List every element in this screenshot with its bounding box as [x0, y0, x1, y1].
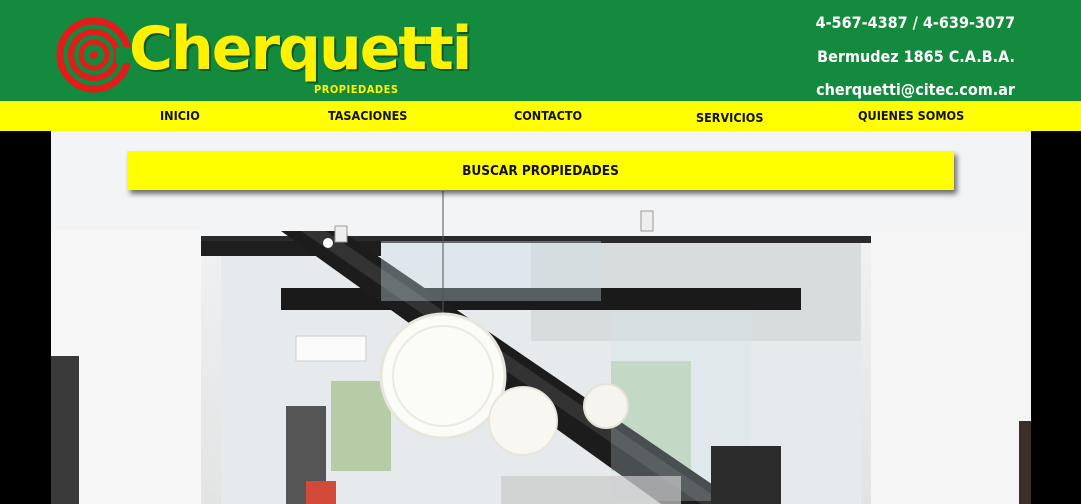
nav-item-inicio[interactable]: INICIO [160, 101, 200, 131]
brand-name: Cherquetti [129, 14, 472, 84]
nav-item-tasaciones[interactable]: TASACIONES [328, 101, 407, 131]
brand-logo[interactable]: Cherquetti PROPIEDADES [56, 14, 472, 100]
site-header: Cherquetti PROPIEDADES 4-567-4387 / 4-63… [0, 0, 1081, 101]
contact-phones: 4-567-4387 / 4-639-3077 [815, 13, 1015, 32]
nav-item-servicios[interactable]: SERVICIOS [696, 103, 763, 133]
contact-address: Bermudez 1865 C.A.B.A. [817, 46, 1015, 66]
logo-emblem-icon [56, 17, 132, 93]
search-properties-button[interactable]: BUSCAR PROPIEDADES [127, 151, 954, 190]
contact-info: 4-567-4387 / 4-639-3077 Bermudez 1865 C.… [715, 6, 1015, 107]
nav-item-quienes-somos[interactable]: QUIENES SOMOS [858, 101, 964, 131]
nav-item-contacto[interactable]: CONTACTO [514, 101, 582, 131]
brand-subtitle: PROPIEDADES [314, 83, 399, 96]
main-nav: INICIO TASACIONES CONTACTO SERVICIOS QUI… [0, 101, 1081, 131]
